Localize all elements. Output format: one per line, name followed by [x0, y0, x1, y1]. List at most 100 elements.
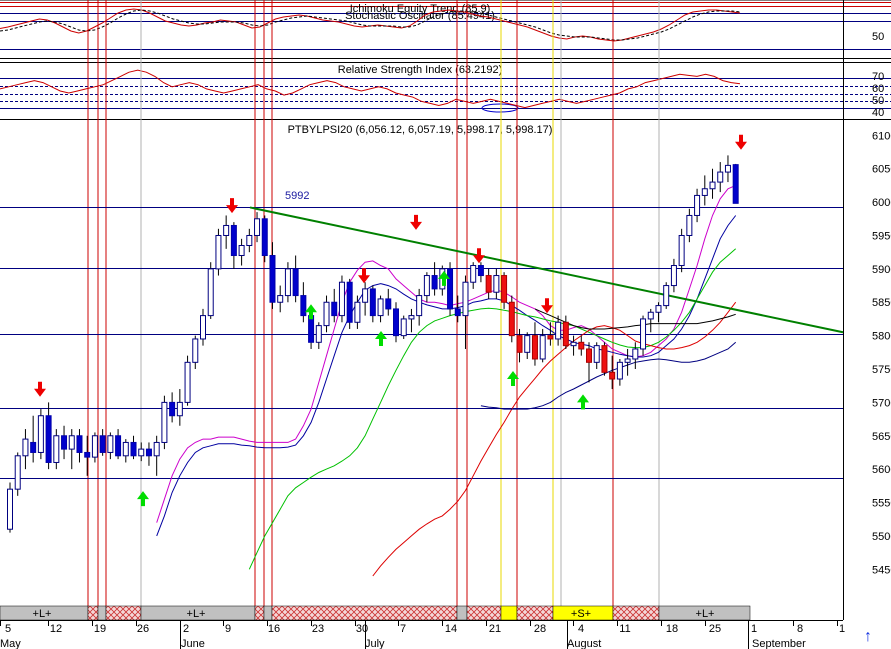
rsi-tick-60: 60 [872, 83, 884, 95]
candle-body [516, 335, 523, 353]
candle-body [454, 308, 461, 317]
price-tick-label: 6000 [872, 197, 891, 209]
candle-body [508, 301, 515, 337]
x-tick-label: 1 [839, 623, 845, 635]
candle-body [709, 181, 716, 190]
buy-arrow-icon [137, 491, 149, 507]
candle-body [230, 224, 237, 257]
x-tick-label: 30 [356, 623, 368, 635]
period-segment [97, 605, 107, 621]
moving-average-line [372, 301, 737, 577]
month-label: May [0, 638, 21, 649]
x-tick-label: 19 [94, 623, 106, 635]
month-label: June [181, 638, 205, 649]
candle-body [254, 218, 261, 236]
candle-body [632, 348, 639, 360]
candle-body [207, 268, 214, 317]
x-tick-label: 11 [619, 623, 630, 635]
moving-average-line [156, 184, 736, 523]
period-segment [456, 605, 468, 621]
period-segment [271, 605, 458, 621]
period-segment [254, 605, 265, 621]
buy-arrow-icon [305, 304, 317, 320]
candle-body [192, 338, 199, 363]
candle-body [477, 265, 484, 277]
sell-arrow-icon [34, 381, 46, 397]
candle-body [586, 348, 592, 363]
candle-body [200, 315, 206, 340]
candle-body [22, 438, 29, 457]
candle-body [107, 435, 114, 453]
x-tick-label: 23 [312, 623, 324, 635]
price-tick-label: 6100 [872, 130, 891, 142]
period-segment [500, 605, 518, 621]
candle-body [423, 275, 430, 297]
price-tick-label: 5650 [872, 431, 891, 443]
period-segment [516, 605, 554, 621]
price-tick-label: 5900 [872, 264, 891, 276]
candle-body [138, 448, 145, 457]
candle-body [501, 275, 508, 303]
period-segment [612, 605, 660, 621]
candle-body [431, 275, 438, 290]
candle-body [37, 415, 44, 453]
x-tick-label: 14 [445, 623, 457, 635]
candle-body [547, 335, 554, 340]
candle-body [269, 255, 276, 303]
stochastic-tick-label: 50 [872, 31, 884, 43]
rsi-tick-40: 40 [872, 107, 884, 119]
candle-body [284, 268, 291, 297]
candle-body [485, 275, 492, 293]
price-tick-label: 5600 [872, 464, 891, 476]
candle-body [701, 188, 708, 196]
price-tick-label: 5550 [872, 498, 891, 510]
candle-body [624, 358, 631, 363]
price-tick-label: 5800 [872, 331, 891, 343]
x-tick-label: 8 [797, 623, 803, 635]
rsi-tick-70: 70 [872, 71, 884, 83]
period-label: +L+ [187, 608, 206, 620]
candle-body [184, 361, 191, 403]
candle-body [694, 194, 701, 216]
scroll-up-arrow-icon[interactable]: ↑ [858, 628, 878, 646]
moving-average-line [248, 248, 737, 570]
candle-body [315, 325, 322, 343]
sell-arrow-icon [410, 214, 422, 230]
candle-body [61, 435, 68, 450]
candle-body [161, 401, 168, 443]
sell-arrow-icon [541, 298, 553, 314]
price-tick-label: 5950 [872, 230, 891, 242]
x-tick-label: 9 [225, 623, 231, 635]
candle-body [416, 295, 423, 317]
candle-body [130, 441, 137, 457]
candle-body [593, 345, 600, 363]
candle-body [68, 435, 75, 450]
candle-body [393, 308, 399, 337]
candle-body [14, 455, 21, 490]
technical-chart: Ichimoku Equity Trend (85.9) Stochastic … [0, 0, 891, 649]
candle-body [354, 301, 361, 323]
candle-body [331, 301, 338, 317]
sell-arrow-icon [473, 248, 485, 264]
candle-body [686, 214, 693, 236]
price-tick-label: 5450 [872, 564, 891, 576]
price-tick-label: 5500 [872, 531, 891, 543]
period-segment [466, 605, 502, 621]
candle-body [377, 298, 384, 317]
candle-body [647, 311, 654, 320]
price-title: PTBYLPSI20 (6,056.12, 6,057.19, 5,998.17… [288, 124, 553, 136]
x-tick-label: 2 [183, 623, 189, 635]
candle-body [338, 281, 345, 317]
candle-body [655, 305, 662, 313]
month-label: July [365, 638, 385, 649]
candle-body [616, 361, 623, 380]
price-tick-label: 5850 [872, 297, 891, 309]
candle-body [215, 234, 222, 270]
candle-body [53, 435, 60, 463]
price-panel: PTBYLPSI20 (6,056.12, 6,057.19, 5,998.17… [285, 124, 552, 202]
buy-arrow-icon [375, 330, 387, 346]
candle-body [45, 415, 52, 463]
candle-body [717, 171, 724, 183]
candle-body [539, 335, 546, 360]
x-tick-label: 18 [666, 623, 678, 635]
